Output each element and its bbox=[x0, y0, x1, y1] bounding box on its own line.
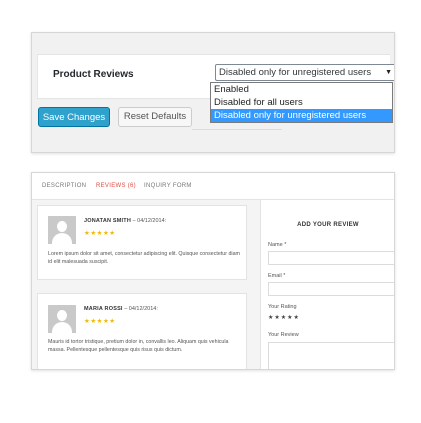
add-review-form: ADD YOUR REVIEW Name * Email * Your Rati… bbox=[260, 200, 394, 369]
review-date: – 04/12/2014: bbox=[131, 218, 167, 224]
reviews-panel: DESCRIPTION REVIEWS (6) INQUIRY FORM JON… bbox=[31, 172, 395, 370]
product-reviews-select[interactable]: Disabled only for unregistered users ▼ bbox=[215, 64, 394, 81]
review-card: MARIA ROSSI – 04/12/2014: ★★★★★ Mauris i… bbox=[37, 293, 247, 369]
email-field[interactable] bbox=[268, 282, 394, 296]
settings-panel: Product Reviews Disabled only for unregi… bbox=[31, 32, 395, 153]
option-disabled-all[interactable]: Disabled for all users bbox=[211, 96, 392, 109]
rating-label: Your Rating bbox=[268, 304, 297, 310]
option-disabled-unregistered[interactable]: Disabled only for unregistered users bbox=[211, 109, 392, 122]
review-author: JONATAN SMITH bbox=[84, 218, 132, 224]
tab-reviews[interactable]: REVIEWS (6) bbox=[96, 183, 136, 189]
product-reviews-dropdown: Enabled Disabled for all users Disabled … bbox=[210, 82, 393, 123]
avatar bbox=[48, 305, 76, 333]
save-changes-button[interactable]: Save Changes bbox=[38, 107, 110, 127]
reviews-content: JONATAN SMITH – 04/12/2014: ★★★★★ Lorem … bbox=[32, 200, 394, 369]
review-stars: ★★★★★ bbox=[84, 230, 116, 237]
divider bbox=[192, 129, 282, 130]
tab-inquiry-form[interactable]: INQUIRY FORM bbox=[144, 183, 192, 189]
avatar bbox=[48, 216, 76, 244]
name-field[interactable] bbox=[268, 251, 394, 265]
chevron-down-icon[interactable]: ▼ bbox=[385, 65, 392, 80]
tab-description[interactable]: DESCRIPTION bbox=[42, 183, 86, 189]
reset-defaults-button[interactable]: Reset Defaults bbox=[118, 107, 192, 127]
review-textarea[interactable] bbox=[268, 342, 394, 369]
rating-stars[interactable]: ★★★★★ bbox=[268, 314, 300, 321]
form-title: ADD YOUR REVIEW bbox=[297, 222, 359, 228]
review-meta: MARIA ROSSI – 04/12/2014: bbox=[84, 306, 158, 312]
name-label: Name * bbox=[268, 242, 287, 248]
product-tabs: DESCRIPTION REVIEWS (6) INQUIRY FORM bbox=[32, 173, 394, 200]
option-enabled[interactable]: Enabled bbox=[211, 83, 392, 96]
product-reviews-label: Product Reviews bbox=[53, 69, 134, 80]
select-value: Disabled only for unregistered users bbox=[219, 67, 372, 78]
review-card: JONATAN SMITH – 04/12/2014: ★★★★★ Lorem … bbox=[37, 205, 247, 280]
review-author: MARIA ROSSI bbox=[84, 306, 123, 312]
review-stars: ★★★★★ bbox=[84, 318, 116, 325]
review-text: Mauris id tortor tristique, pretium dolo… bbox=[48, 339, 229, 353]
review-meta: JONATAN SMITH – 04/12/2014: bbox=[84, 218, 166, 224]
review-date: – 04/12/2014: bbox=[122, 306, 158, 312]
review-label: Your Review bbox=[268, 332, 299, 338]
review-text: Lorem ipsum dolor sit amet, consectetur … bbox=[48, 251, 240, 265]
email-label: Email * bbox=[268, 273, 286, 279]
